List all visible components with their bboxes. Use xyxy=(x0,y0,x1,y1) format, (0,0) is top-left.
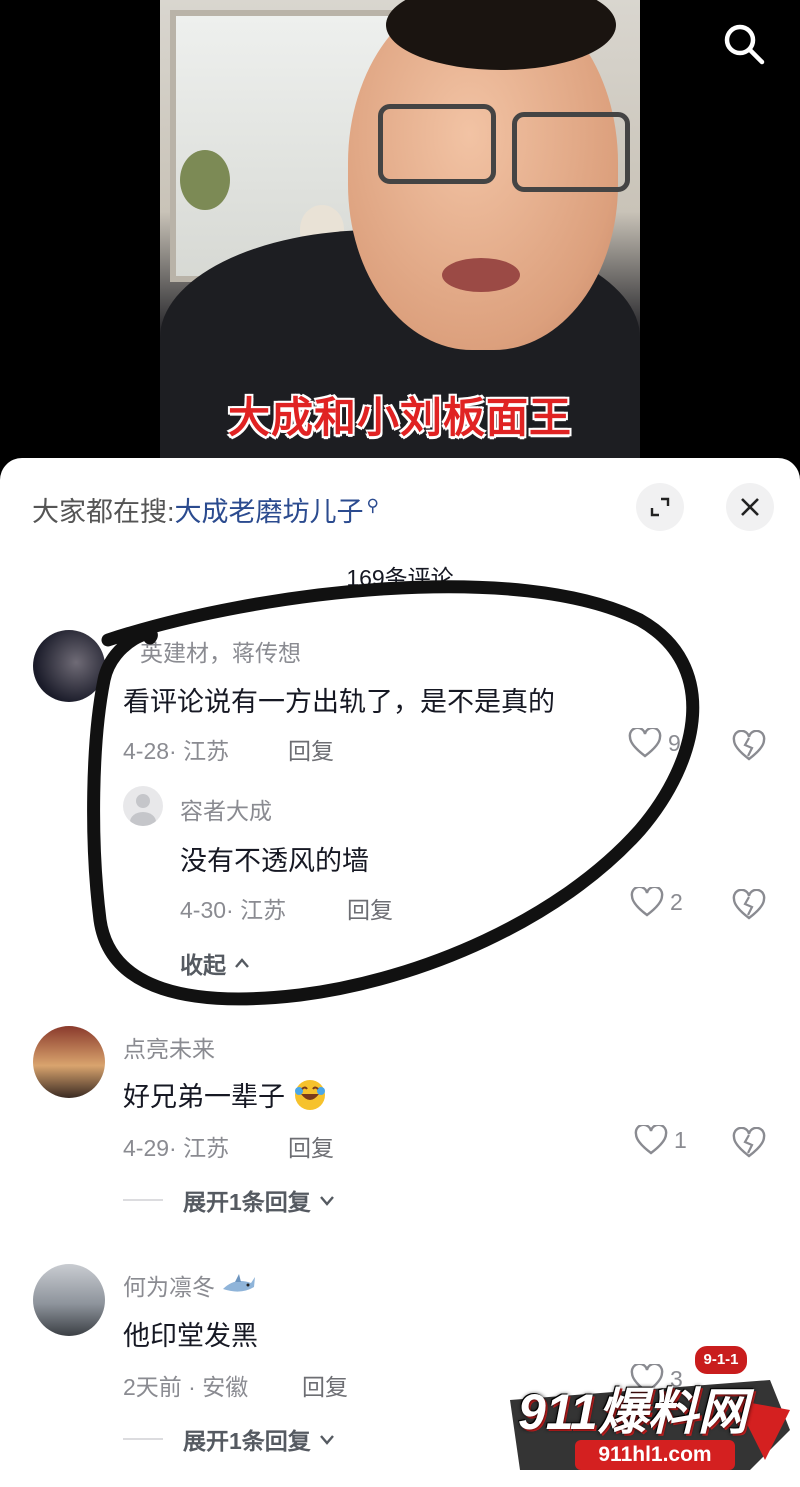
comment-text: 看评论说有一方出轨了，是不是真的 xyxy=(123,687,555,717)
divider-dash xyxy=(123,1199,163,1201)
default-avatar-icon xyxy=(130,794,156,826)
like-button[interactable]: 2 xyxy=(630,887,683,917)
reply-button[interactable]: 回复 xyxy=(288,732,334,766)
collapse-label: 收起 xyxy=(180,952,226,978)
like-button[interactable]: 1 xyxy=(634,1125,687,1155)
chevron-up-icon xyxy=(235,958,249,968)
video-player[interactable]: 大成和小刘板面王 xyxy=(0,0,800,470)
comment-username-text: 何为凛冬 xyxy=(123,1274,215,1300)
expand-label: 展开1条回复 xyxy=(183,1428,311,1454)
reply-username[interactable]: 容者大成 xyxy=(180,792,272,826)
laugh-cry-emoji-icon xyxy=(294,1080,325,1110)
reply-meta: 4-30· 江苏 xyxy=(180,897,287,923)
heart-icon xyxy=(628,728,662,758)
speaker-glasses-right xyxy=(512,112,630,192)
like-count: 9 xyxy=(668,729,681,756)
comment-meta: 2天前 · 安徽 xyxy=(123,1374,249,1400)
dislike-icon[interactable] xyxy=(732,730,766,762)
search-icon[interactable] xyxy=(722,22,766,66)
expand-replies-button[interactable]: 展开1条回复 xyxy=(123,1422,335,1456)
like-count: 1 xyxy=(674,1126,687,1153)
chevron-down-icon xyxy=(319,1435,334,1445)
reply-text: 没有不透风的墙 xyxy=(180,846,369,876)
comment-text-content: 好兄弟一辈子 xyxy=(123,1082,285,1112)
avatar[interactable] xyxy=(33,1026,105,1098)
expand-label: 展开1条回复 xyxy=(183,1189,311,1215)
close-button[interactable] xyxy=(726,483,774,531)
expand-replies-button[interactable]: 展开1条回复 xyxy=(123,1183,335,1217)
trending-search[interactable]: 大家都在搜:大成老磨坊儿子 ⚲ xyxy=(32,490,379,529)
like-button[interactable]: 9 xyxy=(628,728,681,758)
comment-meta: 4-29· 江苏 xyxy=(123,1135,230,1161)
divider-dash xyxy=(123,1438,163,1440)
avatar[interactable] xyxy=(33,1264,105,1336)
dislike-icon[interactable] xyxy=(732,889,766,921)
avatar[interactable] xyxy=(123,786,163,826)
speaker-glasses-left xyxy=(378,104,496,184)
reply-button[interactable]: 回复 xyxy=(288,1129,334,1163)
search-small-icon: ⚲ xyxy=(366,496,379,515)
chevron-down-icon xyxy=(319,1196,334,1206)
comment-text: 好兄弟一辈子 xyxy=(123,1075,327,1114)
comment-username[interactable]: 何为凛冬 xyxy=(123,1268,257,1302)
comment-meta: 4-28· 江苏 xyxy=(123,738,230,764)
expand-icon xyxy=(650,497,670,517)
background-plant xyxy=(180,150,230,210)
close-icon xyxy=(741,498,759,516)
heart-icon xyxy=(630,887,664,917)
heart-icon xyxy=(634,1125,668,1155)
reply-button[interactable]: 回复 xyxy=(302,1368,348,1402)
speaker-mouth xyxy=(442,258,520,292)
comment-sheet: 大家都在搜:大成老磨坊儿子 ⚲ 169条评论 英建材，蒋传想 看评论说有一方出轨了… xyxy=(0,458,800,1487)
trending-search-prefix: 大家都在搜: xyxy=(32,497,175,527)
comment-username[interactable]: 点亮未来 xyxy=(123,1030,215,1064)
comment-text: 他印堂发黑 xyxy=(123,1321,258,1351)
trending-search-keyword[interactable]: 大成老磨坊儿子 xyxy=(175,497,364,527)
watermark-url: 911hl1.com xyxy=(575,1440,735,1470)
shark-emoji-icon xyxy=(223,1274,256,1292)
video-caption: 大成和小刘板面王 xyxy=(227,394,572,441)
dislike-icon[interactable] xyxy=(732,1127,766,1159)
reply-button[interactable]: 回复 xyxy=(347,891,393,925)
like-count: 2 xyxy=(670,888,683,915)
collapse-replies-button[interactable]: 收起 xyxy=(180,946,250,980)
avatar[interactable] xyxy=(33,630,105,702)
comment-count: 169条评论 xyxy=(346,565,454,591)
watermark-brand: 911爆料网 xyxy=(518,1384,748,1440)
comment-username[interactable]: 英建材，蒋传想 xyxy=(140,634,301,668)
expand-button[interactable] xyxy=(636,483,684,531)
